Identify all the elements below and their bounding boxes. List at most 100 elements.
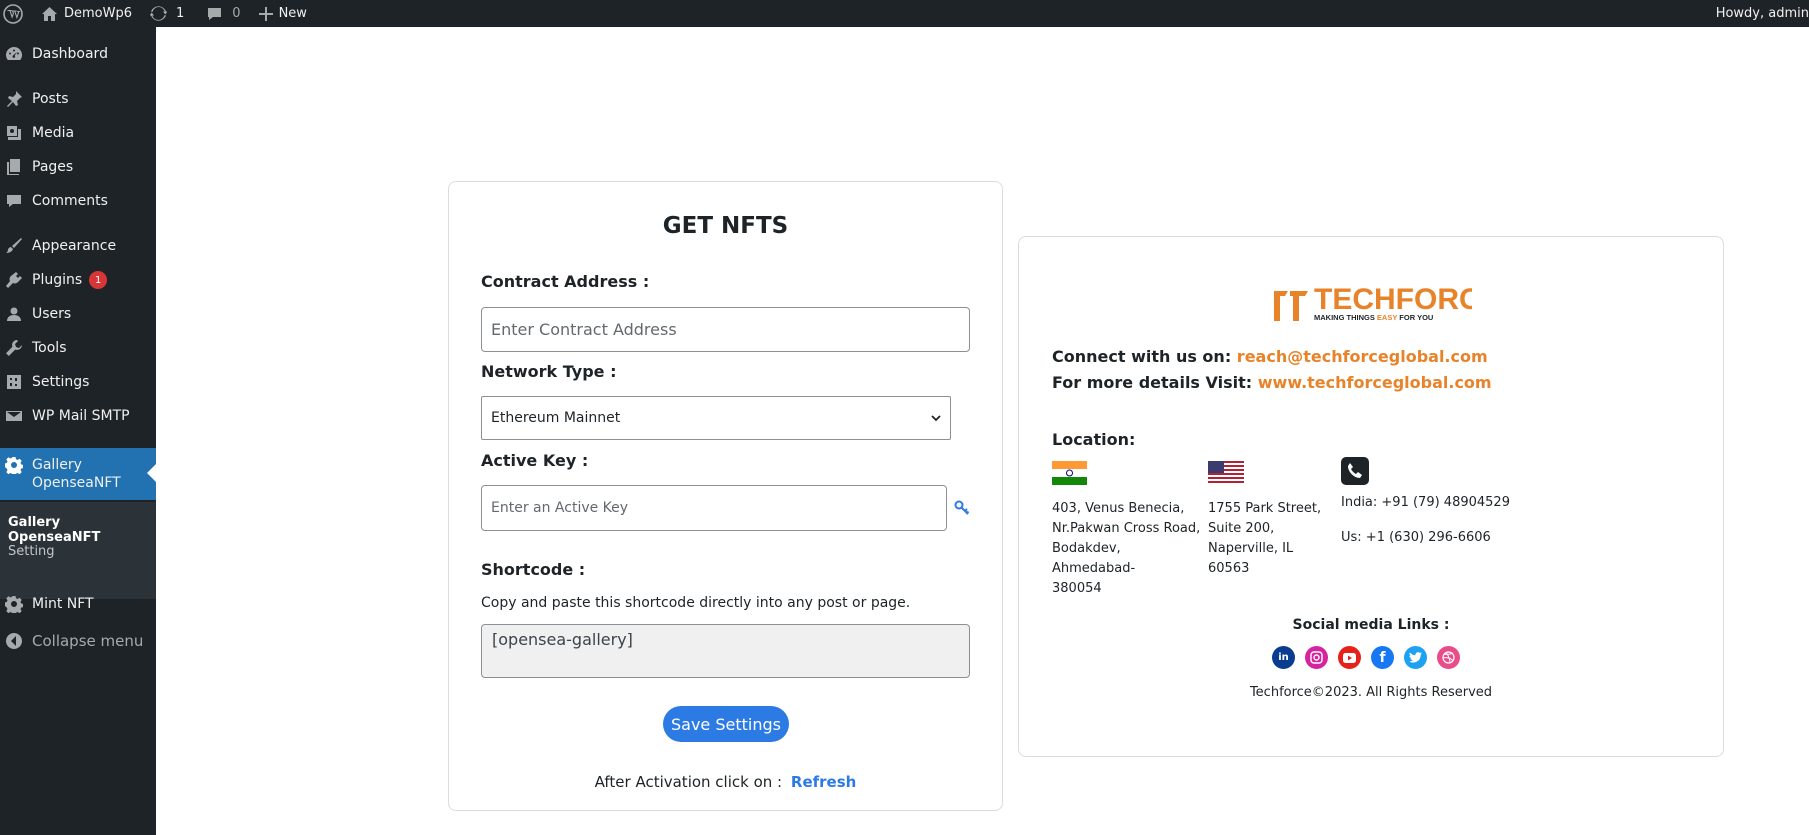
email-link[interactable]: reach@techforceglobal.com bbox=[1237, 347, 1488, 366]
sidebar-item-label: Users bbox=[32, 306, 72, 322]
social-links: in f bbox=[1272, 646, 1460, 669]
media-icon bbox=[0, 124, 28, 142]
home-icon bbox=[42, 6, 57, 21]
form-title: GET NFTS bbox=[662, 213, 789, 239]
website-link[interactable]: www.techforceglobal.com bbox=[1258, 373, 1492, 392]
settings-icon bbox=[0, 373, 28, 391]
shortcode-textarea[interactable]: [opensea-gallery] bbox=[481, 624, 970, 678]
nft-settings-card: GET NFTS Contract Address : Network Type… bbox=[448, 181, 1003, 811]
collapse-menu-button[interactable]: Collapse menu bbox=[0, 624, 156, 658]
sidebar-item-plugins[interactable]: Plugins 1 bbox=[0, 263, 156, 297]
network-type-select[interactable]: Ethereum Mainnet bbox=[481, 396, 951, 440]
plugins-update-badge: 1 bbox=[89, 271, 108, 289]
sidebar-item-media[interactable]: Media bbox=[0, 116, 156, 150]
india-address: 403, Venus Benecia, Nr.Pakwan Cross Road… bbox=[1052, 501, 1201, 596]
linkedin-icon[interactable]: in bbox=[1272, 646, 1295, 669]
site-home-link[interactable]: DemoWp6 bbox=[31, 0, 140, 27]
current-menu-arrow bbox=[147, 464, 156, 482]
pages-icon bbox=[0, 158, 28, 176]
sidebar-submenu: Gallery OpenseaNFT Setting bbox=[0, 502, 156, 599]
collapse-icon bbox=[0, 632, 28, 650]
admin-bar: DemoWp6 1 0 New Howdy, admin bbox=[0, 0, 1809, 27]
sidebar-item-label: Tools bbox=[32, 340, 67, 356]
new-content-link[interactable]: New bbox=[249, 0, 315, 27]
network-type-label: Network Type : bbox=[481, 362, 617, 381]
contract-address-input[interactable] bbox=[481, 307, 970, 352]
submenu-item-gallery-openseanft[interactable]: Gallery OpenseaNFT bbox=[8, 515, 156, 545]
pin-icon bbox=[0, 90, 28, 108]
sidebar-item-tools[interactable]: Tools bbox=[0, 331, 156, 365]
comments-link[interactable]: 0 bbox=[192, 0, 248, 27]
sidebar-item-label: WP Mail SMTP bbox=[32, 408, 130, 424]
key-icon[interactable] bbox=[954, 500, 970, 516]
refresh-icon bbox=[150, 6, 168, 21]
sidebar-item-dashboard[interactable]: Dashboard bbox=[0, 37, 156, 71]
user-icon bbox=[0, 305, 28, 323]
sidebar-item-label: Gallery OpenseaNFT bbox=[32, 457, 121, 491]
comment-icon bbox=[0, 192, 28, 210]
site-name: DemoWp6 bbox=[64, 6, 133, 21]
network-selected-value: Ethereum Mainnet bbox=[491, 410, 621, 426]
company-info-card: TECHFORCE MAKING THINGS EASY FOR YOU Con… bbox=[1018, 236, 1724, 757]
refresh-link[interactable]: Refresh bbox=[791, 773, 856, 791]
comment-icon bbox=[208, 7, 222, 20]
wrench-icon bbox=[0, 339, 28, 357]
sidebar-item-label: Plugins bbox=[32, 272, 83, 288]
connect-label: Connect with us on: bbox=[1052, 347, 1232, 366]
plus-icon bbox=[258, 6, 273, 21]
contract-address-label: Contract Address : bbox=[481, 272, 650, 291]
gear-icon bbox=[0, 456, 28, 474]
sidebar-item-settings[interactable]: Settings bbox=[0, 365, 156, 399]
wordpress-logo-icon[interactable] bbox=[0, 0, 31, 27]
techforce-logo: TECHFORCE MAKING THINGS EASY FOR YOU bbox=[1272, 279, 1501, 323]
social-media-label: Social media Links : bbox=[1292, 617, 1450, 633]
sidebar-item-label: Comments bbox=[32, 193, 108, 209]
sidebar-item-pages[interactable]: Pages bbox=[0, 150, 156, 184]
visit-line: For more details Visit: www.techforceglo… bbox=[1052, 373, 1492, 392]
shortcode-label: Shortcode : bbox=[481, 560, 586, 579]
howdy-text: Howdy, admin bbox=[1715, 6, 1809, 21]
sidebar-item-posts[interactable]: Posts bbox=[0, 82, 156, 116]
sidebar-item-label: Posts bbox=[32, 91, 69, 107]
phone-india: India: +91 (79) 48904529 bbox=[1341, 495, 1510, 510]
instagram-icon[interactable] bbox=[1305, 646, 1328, 669]
dribbble-icon[interactable] bbox=[1437, 646, 1460, 669]
chevron-down-icon bbox=[931, 415, 941, 422]
active-key-label: Active Key : bbox=[481, 451, 589, 470]
brush-icon bbox=[0, 237, 28, 255]
logo-text: TECHFORCE bbox=[1314, 283, 1472, 316]
twitter-icon[interactable] bbox=[1404, 646, 1427, 669]
account-menu[interactable]: Howdy, admin bbox=[1708, 0, 1809, 27]
techforce-logo-icon: TECHFORCE MAKING THINGS EASY FOR YOU bbox=[1274, 283, 1501, 322]
gear-icon bbox=[0, 595, 28, 613]
shortcode-description: Copy and paste this shortcode directly i… bbox=[481, 595, 911, 611]
copyright-text: Techforce©2023. All Rights Reserved bbox=[1249, 685, 1493, 700]
us-flag-icon bbox=[1208, 461, 1244, 485]
new-label: New bbox=[278, 6, 307, 21]
active-key-input[interactable] bbox=[481, 485, 947, 531]
sidebar-item-gallery-openseanft[interactable]: Gallery OpenseaNFT bbox=[0, 448, 156, 500]
admin-sidebar: Dashboard Posts Media Pages Comments App… bbox=[0, 27, 156, 835]
sidebar-item-users[interactable]: Users bbox=[0, 297, 156, 331]
updates-link[interactable]: 1 bbox=[140, 0, 192, 27]
sidebar-item-comments[interactable]: Comments bbox=[0, 184, 156, 218]
sidebar-item-mint-nft[interactable]: Mint NFT bbox=[0, 587, 156, 621]
sidebar-item-appearance[interactable]: Appearance bbox=[0, 229, 156, 263]
india-flag-icon bbox=[1052, 461, 1087, 485]
activation-text: After Activation click on : bbox=[594, 773, 783, 791]
comments-count: 0 bbox=[232, 6, 241, 21]
sidebar-item-label: Dashboard bbox=[32, 46, 108, 62]
phone-us: Us: +1 (630) 296-6606 bbox=[1341, 530, 1491, 545]
location-label: Location: bbox=[1052, 430, 1136, 449]
sidebar-item-label: Pages bbox=[32, 159, 74, 175]
youtube-icon[interactable] bbox=[1338, 646, 1361, 669]
visit-label: For more details Visit: bbox=[1052, 373, 1253, 392]
us-address: 1755 Park Street, Suite 200, Naperville,… bbox=[1208, 501, 1322, 576]
submenu-item-setting[interactable]: Setting bbox=[8, 544, 55, 559]
sidebar-item-label: Appearance bbox=[32, 238, 117, 254]
facebook-icon[interactable]: f bbox=[1371, 646, 1394, 669]
mail-icon bbox=[0, 407, 28, 425]
sidebar-item-wp-mail-smtp[interactable]: WP Mail SMTP bbox=[0, 399, 156, 433]
phone-icon bbox=[1341, 457, 1369, 485]
save-settings-button[interactable]: Save Settings bbox=[663, 706, 789, 742]
